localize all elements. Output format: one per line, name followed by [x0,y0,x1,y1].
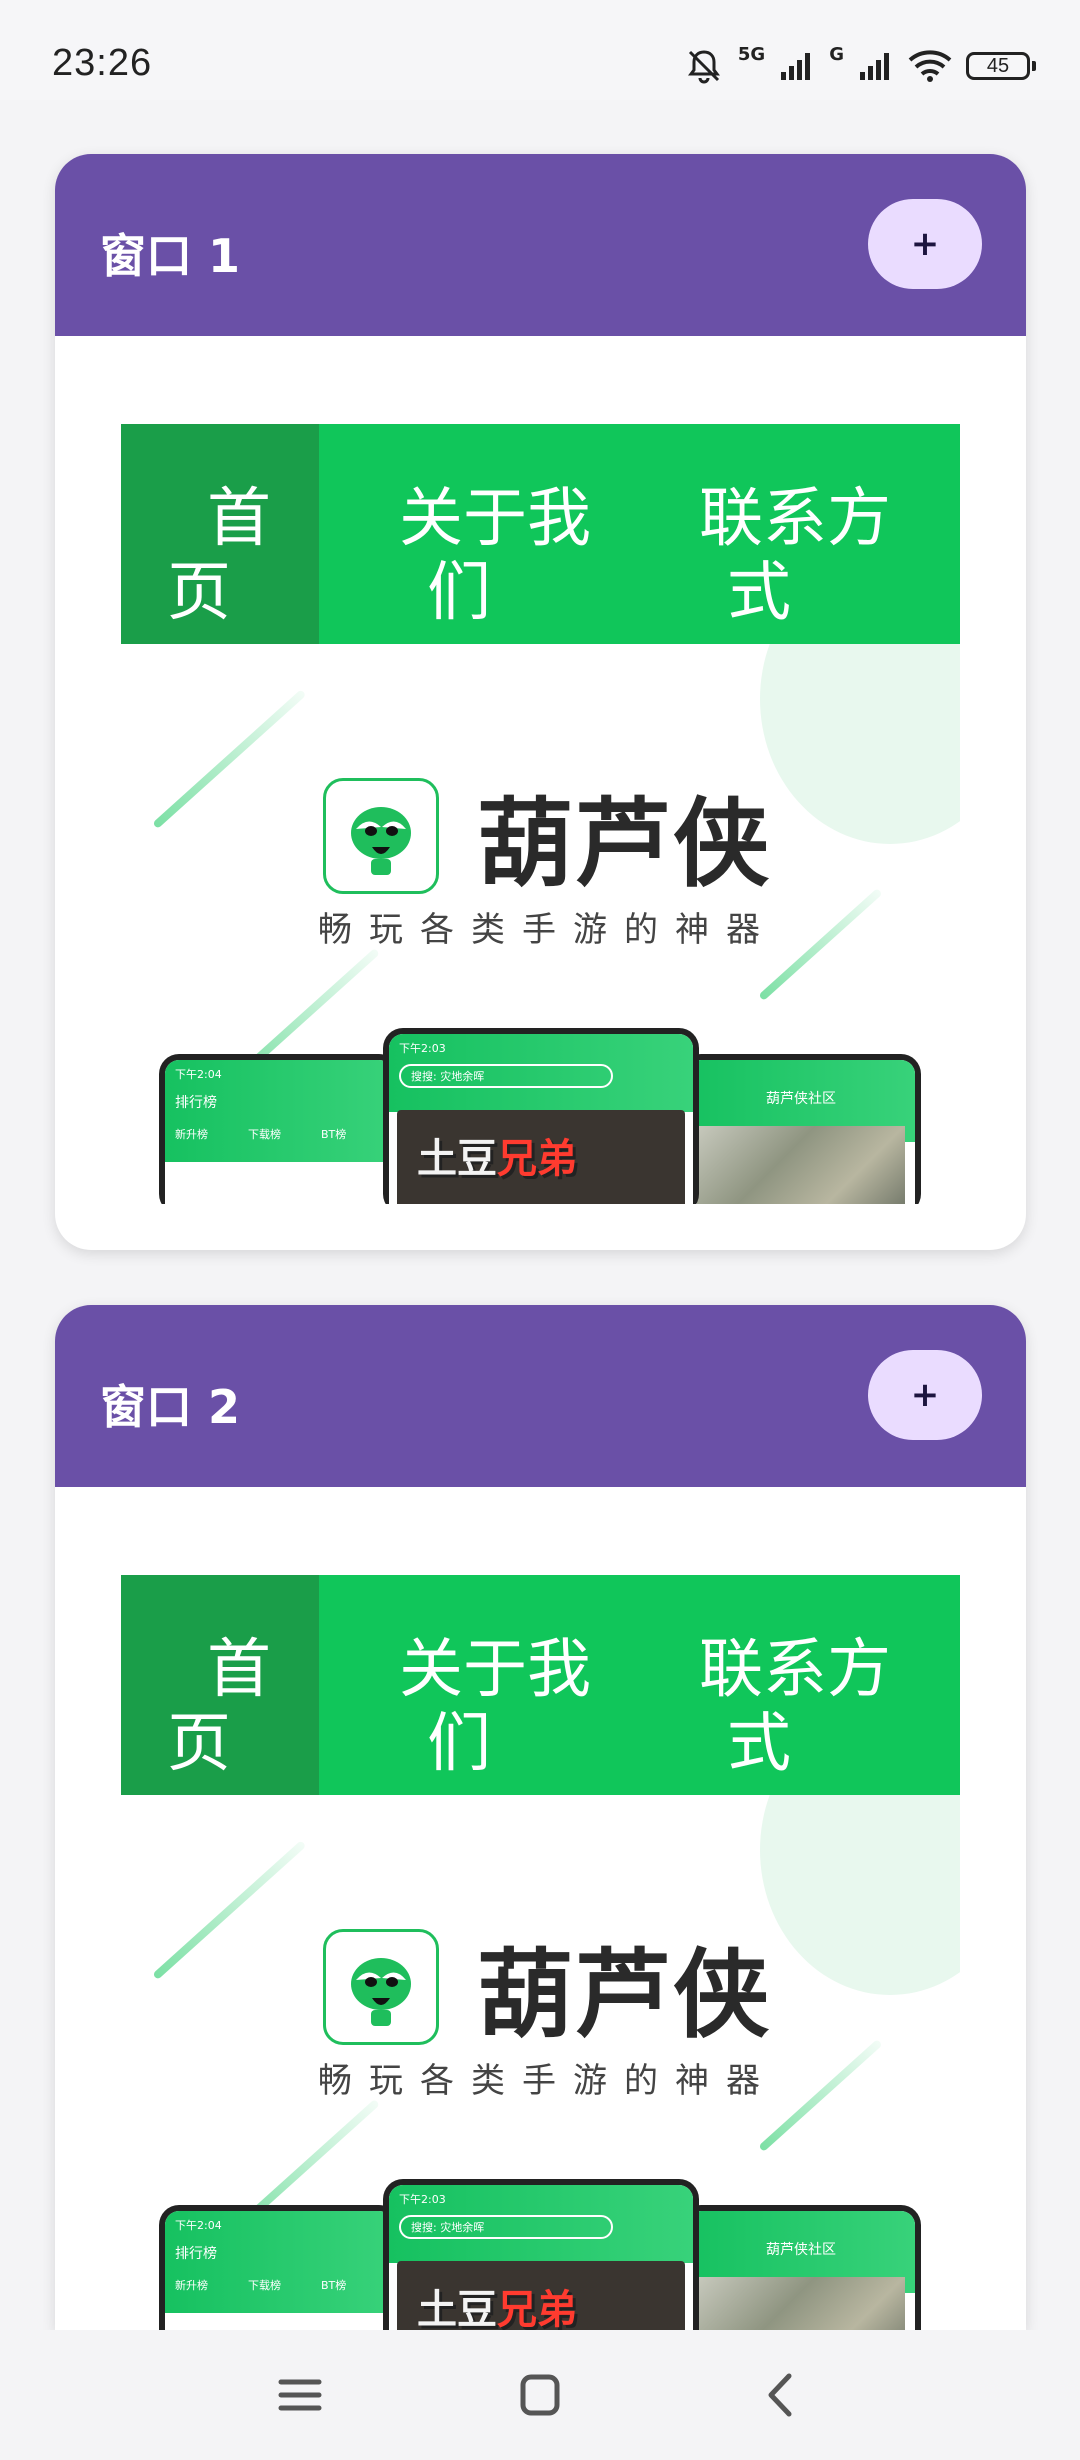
nav-home-label-2: 页 [167,1707,231,1781]
nav-about-label-2: 们 [427,556,491,630]
mock-photo [697,2277,905,2330]
mock-search: 搜搜: 灾地余晖 [399,2215,613,2239]
status-time: 23:26 [52,42,153,84]
phone-mockup-left: 下午2:04 排行榜 新升榜 下载榜 BT榜 [159,2205,399,2330]
mock-tab: 新升榜 [175,1128,208,1141]
card-title: 窗口 1 [100,229,241,283]
decor-circle [760,1795,960,1995]
nav-about-label-2: 们 [427,1707,491,1781]
mock-title: 排行榜 [175,2246,217,2262]
nav-about-label-1: 关于我 [399,482,591,556]
nav-home-link[interactable]: 首 页 [121,424,319,644]
brand-name: 葫芦侠 [477,788,771,900]
nav-contact-link[interactable]: 联系方 式 [639,1575,960,1795]
decor-stripe [152,1840,307,1980]
nav-contact-label-1: 联系方 [699,482,891,556]
mock-tab: BT榜 [321,2279,347,2292]
mock-title: 葫芦侠社区 [766,1091,836,1107]
hero-banner: 葫芦侠 畅玩各类手游的神器 下午2:04 排行榜 新升榜 下载榜 BT榜 葫芦侠… [121,1795,960,2330]
site-nav: 首 页 关于我 们 联系方 式 [121,1575,960,1795]
mock-tab: 新升榜 [175,2279,208,2292]
system-nav-bar [0,2330,1080,2460]
menu-icon[interactable] [265,2360,335,2430]
nav-contact-link[interactable]: 联系方 式 [639,424,960,644]
hero-banner: 葫芦侠 畅玩各类手游的神器 下午2:04 排行榜 新升榜 下载榜 BT榜 葫芦侠… [121,644,960,1204]
mock-search: 搜搜: 灾地余晖 [399,1064,613,1088]
network-type-label-2: G [829,43,844,65]
mock-title: 排行榜 [175,1095,217,1111]
card-header: 窗口 1 + [55,154,1026,336]
mock-tab: 下载榜 [248,1128,281,1141]
brand-logo-row: 葫芦侠 [323,766,771,905]
mock-game-title-b: 兄弟 [497,2287,577,2330]
status-icons: 5G G 45 [684,43,1036,88]
mock-title: 葫芦侠社区 [766,2242,836,2258]
brand-name: 葫芦侠 [477,1939,771,2051]
mock-game-title-b: 兄弟 [497,1136,577,1182]
mock-tab: 下载榜 [248,2279,281,2292]
webview-content[interactable]: 首 页 关于我 们 联系方 式 葫芦侠 畅玩各类手游的神器 下午2:04 排行榜… [55,336,1026,1250]
mock-tab: BT榜 [321,1128,347,1141]
phone-mockup-center: 下午2:03 搜搜: 灾地余晖 土豆兄弟 [383,1028,699,1204]
network-type-label: 5G [737,43,766,65]
nav-home-link[interactable]: 首 页 [121,1575,319,1795]
mock-status: 下午2:04 [175,1068,222,1081]
mock-status: 下午2:03 [399,1042,446,1055]
home-icon[interactable] [505,2360,575,2430]
mock-game-banner: 土豆兄弟 [397,2261,685,2330]
nav-about-link[interactable]: 关于我 们 [319,424,639,644]
window-card-2: 窗口 2 + 首 页 关于我 们 联系方 式 葫芦侠 畅玩各类手游的神器 下午2… [55,1305,1026,2330]
phone-mockup-right: 葫芦侠社区 [681,1054,921,1204]
web-page: 首 页 关于我 们 联系方 式 葫芦侠 畅玩各类手游的神器 下午2:04 排行榜… [121,1575,960,2330]
status-bar: 23:26 5G G 45 [0,0,1080,100]
mock-game-title-a: 土豆 [417,2287,497,2330]
brand-slogan: 畅玩各类手游的神器 [318,910,777,950]
mock-game-title-a: 土豆 [417,1136,497,1182]
site-nav: 首 页 关于我 们 联系方 式 [121,424,960,644]
card-title: 窗口 2 [100,1380,241,1434]
add-button[interactable]: + [868,1350,982,1440]
signal-icon-2 [860,53,889,80]
back-icon[interactable] [745,2360,815,2430]
phone-mockup-right: 葫芦侠社区 [681,2205,921,2330]
nav-home-label-1: 首 [207,1633,271,1707]
nav-about-link[interactable]: 关于我 们 [319,1575,639,1795]
nav-contact-label-1: 联系方 [699,1633,891,1707]
wifi-icon [908,50,952,82]
gourd-logo-icon [323,777,439,894]
add-button[interactable]: + [868,199,982,289]
nav-home-label-1: 首 [207,482,271,556]
mute-bell-icon [687,50,720,84]
signal-icon [781,53,811,80]
phone-mockup-center: 下午2:03 搜搜: 灾地余晖 土豆兄弟 [383,2179,699,2330]
brand-logo-row: 葫芦侠 [323,1917,771,2056]
decor-stripe [152,689,307,829]
mock-game-banner: 土豆兄弟 [397,1110,685,1204]
window-card-1: 窗口 1 + 首 页 关于我 们 联系方 式 葫芦侠 畅玩各类手游的神器 下午2… [55,154,1026,1250]
card-header: 窗口 2 + [55,1305,1026,1487]
nav-home-label-2: 页 [167,556,231,630]
battery-icon: 45 [966,52,1036,80]
phone-mockup-left: 下午2:04 排行榜 新升榜 下载榜 BT榜 [159,1054,399,1204]
webview-content[interactable]: 首 页 关于我 们 联系方 式 葫芦侠 畅玩各类手游的神器 下午2:04 排行榜… [55,1487,1026,2330]
brand-slogan: 畅玩各类手游的神器 [318,2061,777,2101]
decor-circle [760,644,960,844]
mock-status: 下午2:04 [175,2219,222,2232]
mock-photo [697,1126,905,1204]
mock-status: 下午2:03 [399,2193,446,2206]
nav-about-label-1: 关于我 [399,1633,591,1707]
nav-contact-label-2: 式 [727,1707,791,1781]
gourd-logo-icon [323,1928,439,2045]
web-page: 首 页 关于我 们 联系方 式 葫芦侠 畅玩各类手游的神器 下午2:04 排行榜… [121,424,960,1204]
nav-contact-label-2: 式 [727,556,791,630]
